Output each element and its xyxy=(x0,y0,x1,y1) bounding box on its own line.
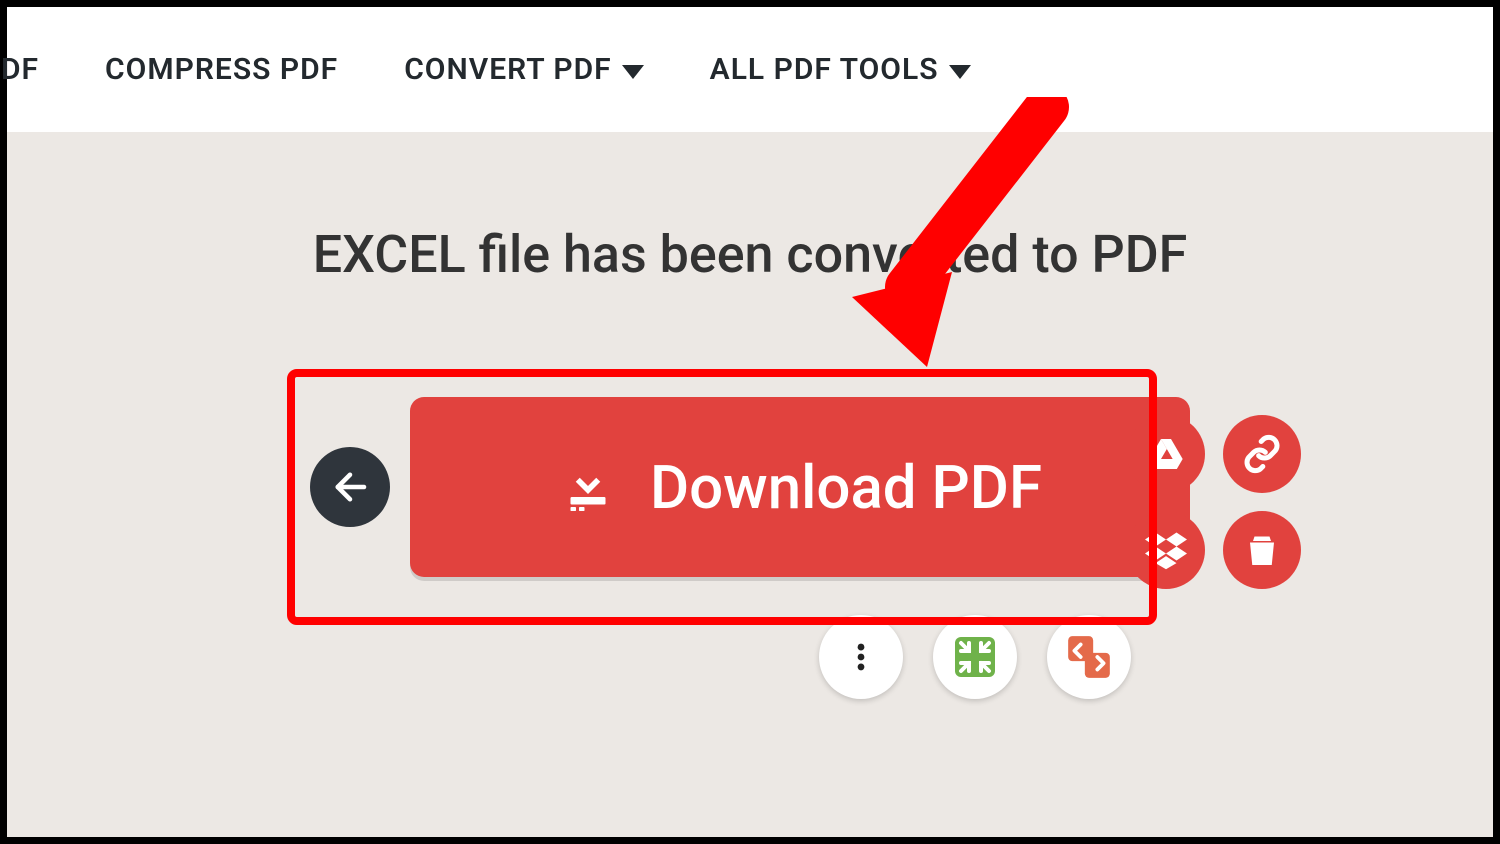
nav-item-pdf-partial[interactable]: DF xyxy=(1,52,39,87)
storage-actions xyxy=(1127,415,1301,589)
more-options-button[interactable] xyxy=(819,615,903,699)
merge-tool-button[interactable] xyxy=(1047,615,1131,699)
result-stage: EXCEL file has been converted to PDF Dow… xyxy=(7,132,1493,837)
nav-item-all-tools[interactable]: ALL PDF TOOLS xyxy=(710,52,971,87)
more-vertical-icon xyxy=(844,640,878,674)
copy-link-button[interactable] xyxy=(1223,415,1301,493)
download-icon xyxy=(558,457,618,517)
trash-icon xyxy=(1244,532,1280,568)
nav-item-convert-label: CONVERT PDF xyxy=(404,52,611,87)
save-google-drive-button[interactable] xyxy=(1127,415,1205,493)
link-icon xyxy=(1242,434,1282,474)
download-button[interactable]: Download PDF xyxy=(410,397,1190,577)
suggested-tools xyxy=(819,615,1131,699)
compress-tool-button[interactable] xyxy=(933,615,1017,699)
back-button[interactable] xyxy=(310,447,390,527)
google-drive-icon xyxy=(1146,434,1186,474)
merge-pdf-icon xyxy=(1064,632,1114,682)
page-title: EXCEL file has been converted to PDF xyxy=(7,132,1493,285)
nav-item-all-tools-label: ALL PDF TOOLS xyxy=(710,52,939,87)
caret-down-icon xyxy=(622,65,644,79)
caret-down-icon xyxy=(949,65,971,79)
nav-item-compress[interactable]: COMPRESS PDF xyxy=(105,52,338,87)
nav-item-convert[interactable]: CONVERT PDF xyxy=(404,52,643,87)
back-arrow-icon xyxy=(329,466,371,508)
top-nav: DF COMPRESS PDF CONVERT PDF ALL PDF TOOL… xyxy=(7,7,1493,132)
download-button-label: Download PDF xyxy=(650,452,1042,523)
dropbox-icon xyxy=(1145,529,1187,571)
save-dropbox-button[interactable] xyxy=(1127,511,1205,589)
compress-icon xyxy=(951,633,999,681)
cta-row: Download PDF xyxy=(310,397,1190,577)
delete-button[interactable] xyxy=(1223,511,1301,589)
